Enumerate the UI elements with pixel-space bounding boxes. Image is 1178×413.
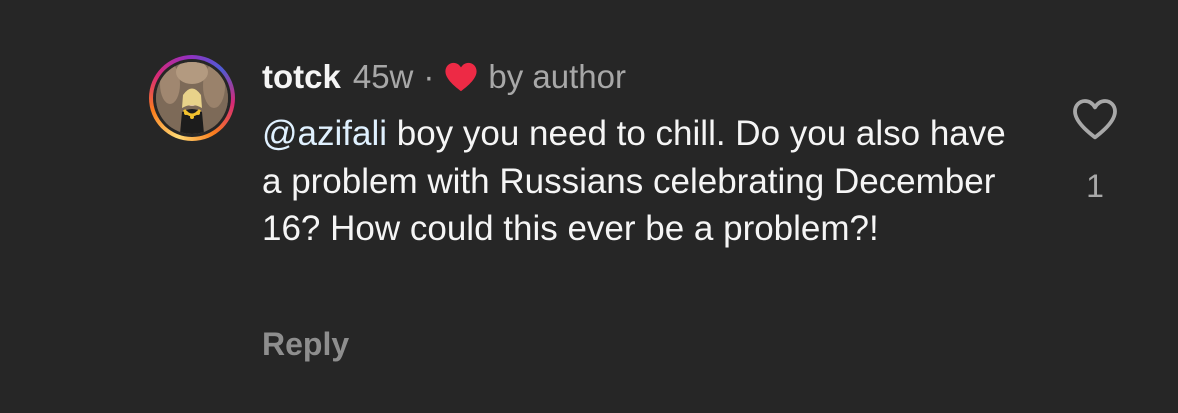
reply-button[interactable]: Reply <box>262 326 349 363</box>
liked-by-author-label: by author <box>488 58 626 95</box>
comment-body: @azifali boy you need to chill. Do you a… <box>262 110 1022 253</box>
comment: totck 45w · by author @azifali boy you n… <box>0 0 1178 413</box>
avatar-gap <box>153 59 231 137</box>
username[interactable]: totck <box>262 58 341 96</box>
comment-header: totck 45w · by author <box>262 55 626 99</box>
avatar[interactable] <box>149 55 235 141</box>
heart-filled-icon <box>445 62 477 92</box>
avatar-photo-icon <box>156 62 228 134</box>
timestamp: 45w <box>352 58 414 95</box>
avatar-image <box>156 62 228 134</box>
heart-outline-icon[interactable] <box>1071 97 1119 141</box>
like-count: 1 <box>1086 168 1104 204</box>
mention-link[interactable]: @azifali <box>262 114 387 153</box>
separator-dot: · <box>423 58 435 95</box>
